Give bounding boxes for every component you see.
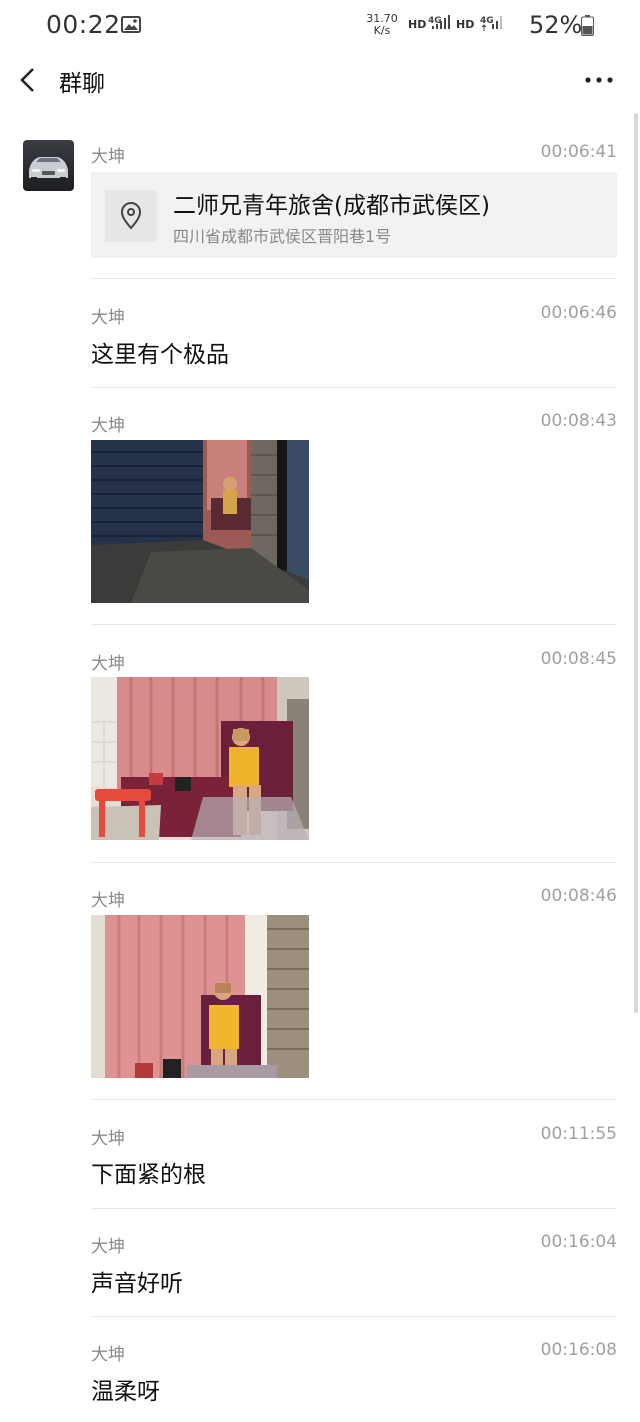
message-time: 00:11:55	[540, 1124, 617, 1144]
svg-text:4G: 4G	[480, 16, 494, 26]
photo-pink-room	[91, 677, 309, 840]
photo-dark-alley	[91, 440, 309, 603]
more-options-icon[interactable]	[584, 70, 614, 90]
message-divider	[91, 278, 617, 279]
message-divider	[91, 624, 617, 625]
message-photo[interactable]	[91, 915, 309, 1078]
hd-label-2: HD	[456, 18, 475, 31]
message-time: 00:16:04	[540, 1232, 617, 1252]
photo-pink-curtain	[91, 915, 309, 1078]
message-item: 大坤 00:08:45	[91, 649, 617, 849]
gallery-icon	[121, 16, 141, 33]
message-divider	[91, 1316, 617, 1317]
car-avatar-image	[23, 140, 74, 191]
message-time: 00:16:08	[540, 1340, 617, 1360]
title-bar: 群聊	[0, 52, 640, 108]
location-pin-icon	[120, 202, 142, 230]
back-icon[interactable]	[18, 66, 38, 94]
message-time: 00:06:46	[540, 303, 617, 323]
location-card[interactable]: 二师兄青年旅舍(成都市武侯区) 四川省成都市武侯区晋阳巷1号	[91, 172, 617, 258]
message-text[interactable]: 这里有个极品	[91, 335, 229, 369]
sender-name: 大坤	[91, 147, 125, 167]
sender-name: 大坤	[91, 654, 125, 674]
message-item: 大坤 00:06:46 这里有个极品	[91, 303, 617, 373]
svg-text:4G: 4G	[428, 16, 442, 26]
message-divider	[91, 862, 617, 863]
sender-name: 大坤	[91, 1237, 125, 1257]
status-bar: 00:22 31.70 K/s HD 4G HD 4G 52%	[0, 0, 640, 52]
message-photo[interactable]	[91, 440, 309, 603]
sender-name: 大坤	[91, 1129, 125, 1149]
message-item: 大坤 00:08:46	[91, 886, 617, 1086]
message-time: 00:08:43	[540, 411, 617, 431]
message-item: 大坤 00:06:41 二师兄青年旅舍(成都市武侯区) 四川省成都市武侯区晋阳巷…	[91, 142, 617, 260]
message-item: 大坤 00:11:55 下面紧的根	[91, 1124, 617, 1194]
message-item: 大坤 00:16:04 声音好听	[91, 1232, 617, 1302]
battery-icon	[581, 15, 594, 36]
sender-avatar[interactable]	[23, 140, 74, 191]
scrollbar[interactable]	[634, 113, 638, 1013]
message-item: 大坤 00:08:43	[91, 411, 617, 611]
message-divider	[91, 1208, 617, 1209]
message-time: 00:06:41	[540, 142, 617, 162]
location-address: 四川省成都市武侯区晋阳巷1号	[173, 227, 392, 246]
message-time: 00:08:45	[540, 649, 617, 669]
message-divider	[91, 1099, 617, 1100]
message-text[interactable]: 温柔呀	[91, 1372, 160, 1406]
sender-name: 大坤	[91, 1345, 125, 1365]
sender-name: 大坤	[91, 891, 125, 911]
message-item: 大坤 00:16:08 温柔呀	[91, 1340, 617, 1410]
location-name: 二师兄青年旅舍(成都市武侯区)	[173, 193, 490, 219]
sender-name: 大坤	[91, 416, 125, 436]
message-text[interactable]: 下面紧的根	[91, 1155, 206, 1189]
sender-name: 大坤	[91, 308, 125, 328]
message-photo[interactable]	[91, 677, 309, 840]
message-text[interactable]: 声音好听	[91, 1264, 183, 1298]
signal-4g-icon-2: 4G	[480, 16, 502, 31]
message-time: 00:08:46	[540, 886, 617, 906]
hd-label-1: HD	[408, 18, 427, 31]
status-time: 00:22	[46, 10, 121, 39]
network-speed: 31.70 K/s	[366, 12, 398, 37]
location-pin-box	[105, 190, 157, 242]
page-title: 群聊	[59, 71, 105, 97]
battery-percentage: 52%	[529, 11, 583, 39]
signal-4g-icon: 4G	[428, 15, 450, 29]
message-divider	[91, 387, 617, 388]
